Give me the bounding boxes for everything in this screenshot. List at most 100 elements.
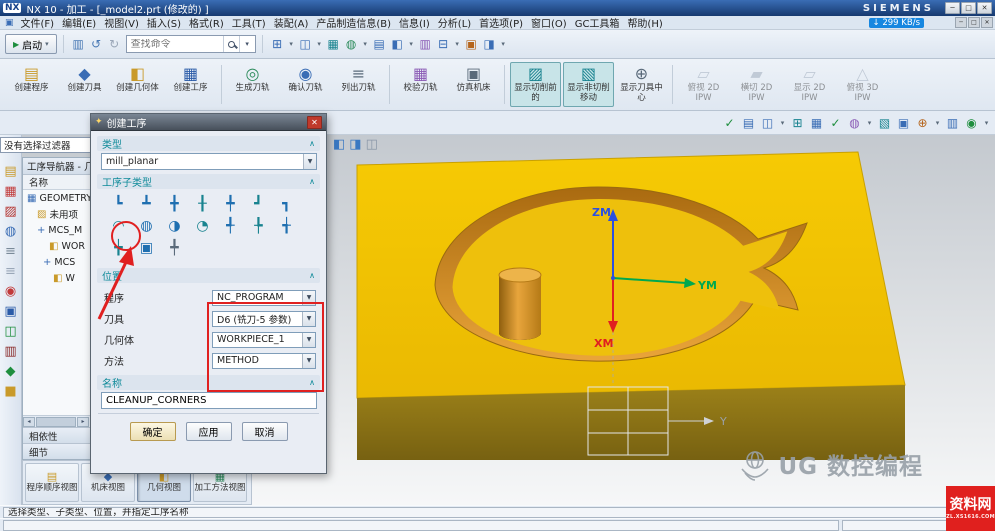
frame-icon[interactable]: ▣ (4, 305, 16, 318)
location-combo[interactable]: METHOD ▼ (212, 352, 316, 369)
search-options-caret[interactable]: ▾ (238, 36, 255, 52)
menu-item[interactable]: 帮助(H) (623, 15, 666, 30)
menu-item[interactable]: 编辑(E) (58, 15, 100, 30)
point-icon[interactable]: ◉ (963, 114, 980, 131)
menu-item[interactable]: 首选项(P) (475, 15, 527, 30)
subtype-finish-floor-icon[interactable]: ◑ (162, 217, 187, 235)
rows-icon[interactable]: ▥ (4, 345, 16, 358)
create-geometry-button[interactable]: ◧ 创建几何体 (112, 62, 163, 97)
columns-icon[interactable]: ◫ (759, 114, 776, 131)
grid-icon[interactable]: ⊞ (789, 114, 806, 131)
grid-icon[interactable]: ▥ (417, 36, 434, 53)
panel-icon[interactable]: ◫ (4, 325, 16, 338)
subtype-rough-zigzag-icon[interactable]: ╇ (218, 195, 243, 213)
dropdown-caret[interactable]: ▾ (453, 36, 462, 53)
minimize-button[interactable]: ─ (945, 2, 960, 14)
maximize-button[interactable]: □ (961, 2, 976, 14)
tab-program-order-view[interactable]: ▤ 程序顺序视图 (25, 463, 79, 502)
menu-item[interactable]: 装配(A) (270, 15, 313, 30)
menu-item[interactable]: 视图(V) (100, 15, 143, 30)
type-section-header[interactable]: 类型 ∧ (97, 136, 320, 151)
dialog-titlebar[interactable]: ✦ 创建工序 ✕ (91, 114, 326, 131)
dropdown-caret[interactable]: ▾ (865, 114, 874, 131)
section-2d-ipw-button[interactable]: ▰ 横切 2D IPW (731, 62, 782, 107)
doc-close-button[interactable]: ✕ (981, 17, 993, 28)
generate-toolpath-button[interactable]: ◎ 生成刀轨 (227, 62, 278, 97)
show-before-cut-button[interactable]: ▨ 显示切削前的 (510, 62, 561, 107)
chevron-down-icon[interactable]: ▼ (302, 332, 315, 347)
show-non-cutting-moves-button[interactable]: ▧ 显示非切削移动 (563, 62, 614, 107)
subtype-cleanup-icon[interactable]: ┛ (246, 195, 271, 213)
location-combo[interactable]: D6 (铣刀-5 参数) ▼ (212, 310, 316, 327)
search-icon[interactable] (222, 36, 239, 52)
roles-icon[interactable]: ▤ (4, 165, 16, 178)
chevron-down-icon[interactable]: ▼ (302, 353, 315, 368)
operation-name-input[interactable] (101, 392, 317, 409)
subtype-engrave-icon[interactable]: ◔ (190, 217, 215, 235)
diamond-icon[interactable]: ◆ (6, 365, 16, 378)
view-cube-icon[interactable]: ◧ (333, 137, 345, 152)
dropdown-caret[interactable]: ▾ (407, 36, 416, 53)
sphere-icon[interactable]: ◍ (846, 114, 863, 131)
split-view-icon[interactable]: ◧ (389, 36, 406, 53)
collapse-chevron-icon[interactable]: ∧ (309, 378, 315, 387)
dropdown-caret[interactable]: ▾ (361, 36, 370, 53)
show-2d-ipw-button[interactable]: ▱ 显示 2D IPW (784, 62, 835, 107)
location-section-header[interactable]: 位置 ∧ (97, 268, 320, 283)
command-finder[interactable]: ▾ (125, 35, 256, 53)
dropdown-caret[interactable]: ▾ (933, 114, 942, 131)
menu-item[interactable]: 分析(L) (434, 15, 475, 30)
chevron-down-icon[interactable]: ▼ (303, 154, 316, 169)
redo-icon[interactable]: ↻ (106, 36, 123, 53)
record-icon[interactable]: ◉ (5, 285, 16, 298)
constraint-icon[interactable]: ▨ (4, 205, 16, 218)
dropdown-caret[interactable]: ▾ (982, 114, 991, 131)
subtype-thread-mill-icon[interactable]: ╄ (246, 217, 271, 235)
show-tool-center-button[interactable]: ⊕ 显示刀具中心 (616, 62, 667, 107)
create-program-button[interactable]: ▤ 创建程序 (6, 62, 57, 97)
menu-item[interactable]: GC工具箱 (571, 15, 624, 30)
3d-model[interactable]: Y ZM YM XM (330, 137, 930, 482)
doc-restore-button[interactable]: □ (968, 17, 980, 28)
location-combo[interactable]: WORKPIECE_1 ▼ (212, 331, 316, 348)
view-cube-icon[interactable]: ◫ (366, 137, 378, 152)
dropdown-caret[interactable]: ▾ (287, 36, 296, 53)
subtype-rough-follow-icon[interactable]: ╂ (190, 195, 215, 213)
view-cube-icon[interactable]: ◨ (349, 137, 361, 152)
subtype-rough-icon[interactable]: ◍ (134, 217, 159, 235)
list-toolpath-button[interactable]: ≡ 列出刀轨 (333, 62, 384, 97)
check-toolpath-button[interactable]: ▦ 校验刀轨 (395, 62, 446, 97)
top-3d-ipw-button[interactable]: △ 俯视 3D IPW (837, 62, 888, 107)
menu-item[interactable]: 文件(F) (17, 15, 59, 30)
window-icon[interactable]: ⊞ (269, 36, 286, 53)
location-combo[interactable]: NC_PROGRAM ▼ (212, 289, 316, 306)
menu-item[interactable]: 工具(T) (228, 15, 270, 30)
assembly-icon[interactable]: ▦ (4, 185, 16, 198)
menu-item[interactable]: 插入(S) (143, 15, 185, 30)
start-menu-button[interactable]: ▶ 启动 ▾ (5, 34, 57, 54)
check-icon[interactable]: ✓ (827, 114, 844, 131)
scrollbar-thumb[interactable] (36, 416, 76, 427)
subtype-hole-mill-icon[interactable]: ╅ (274, 217, 299, 235)
scroll-right-icon[interactable]: ▸ (77, 416, 89, 427)
pane-icon[interactable]: ⊟ (435, 36, 452, 53)
rows-icon[interactable]: ▥ (944, 114, 961, 131)
subtype-mill-control-icon[interactable]: ╇ (162, 239, 187, 257)
approve-icon[interactable]: ✓ (721, 114, 738, 131)
type-combo[interactable]: mill_planar ▼ (101, 153, 317, 170)
subtype-section-header[interactable]: 工序子类型 ∧ (97, 174, 320, 189)
subtype-finish-walls-icon[interactable]: ┓ (274, 195, 299, 213)
dialog-close-button[interactable]: ✕ (307, 115, 322, 129)
block-icon[interactable]: ■ (4, 385, 16, 398)
command-search-input[interactable] (126, 38, 223, 50)
menu-item[interactable]: 信息(I) (395, 15, 434, 30)
outline-icon[interactable]: ≡ (5, 265, 16, 278)
dropdown-caret[interactable]: ▾ (315, 36, 324, 53)
collapse-chevron-icon[interactable]: ∧ (309, 271, 315, 280)
frame-icon[interactable]: ▣ (895, 114, 912, 131)
name-section-header[interactable]: 名称 ∧ (97, 375, 320, 390)
verify-toolpath-button[interactable]: ◉ 确认刀轨 (280, 62, 331, 97)
create-operation-button[interactable]: ▦ 创建工序 (165, 62, 216, 97)
collapse-chevron-icon[interactable]: ∧ (309, 139, 315, 148)
subtype-drill-icon[interactable]: ╃ (218, 217, 243, 235)
